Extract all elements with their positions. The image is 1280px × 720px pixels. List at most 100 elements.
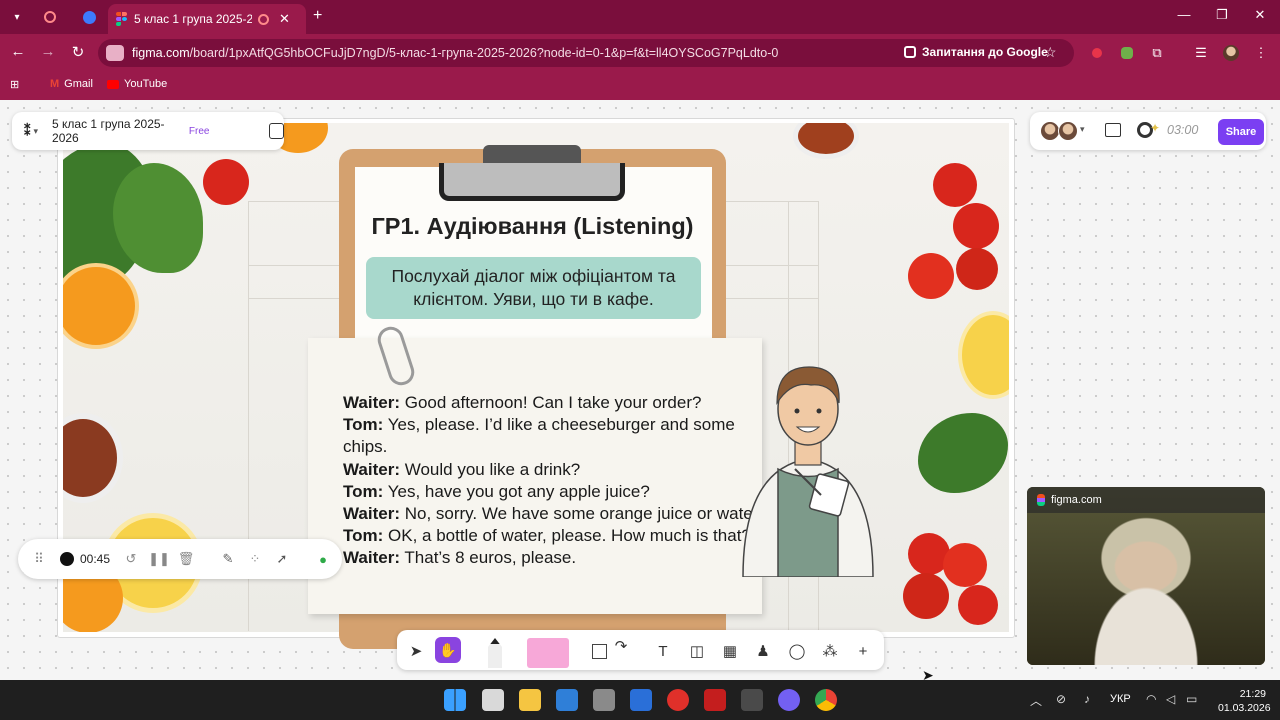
restart-icon[interactable]: ↺ (122, 550, 140, 568)
site-favicon-icon (82, 10, 96, 24)
pen-icon[interactable]: ✎ (219, 550, 237, 568)
file-info-panel: ⁑ ▾ 5 клас 1 група 2025-2026 Free (12, 112, 284, 150)
printer-app-icon[interactable] (593, 689, 615, 711)
minimize-icon[interactable]: — (1174, 7, 1194, 22)
tab-blue[interactable] (76, 6, 102, 28)
editor-app-icon[interactable] (630, 689, 652, 711)
extensions-puzzle-icon[interactable]: ⧉ (1148, 44, 1166, 62)
record-icon (44, 11, 56, 23)
marker-tool[interactable] (485, 636, 505, 670)
tab-search-button[interactable]: ▾ (4, 6, 30, 28)
video-overlay-header: figma.com (1027, 487, 1265, 513)
address-bar[interactable]: figma.com/board/1pxAtfQG5hbOCFuJjD7ngD/5… (98, 39, 1074, 67)
drag-handle-icon[interactable]: ⠿ (30, 550, 48, 568)
file-explorer-icon[interactable] (519, 689, 541, 711)
tray-chevron-icon[interactable]: ︿ (1030, 692, 1042, 709)
back-icon[interactable]: ← (8, 43, 28, 60)
tab-recording[interactable] (37, 6, 63, 28)
pdf-reader-icon[interactable] (704, 689, 726, 711)
profile-avatar[interactable] (1222, 44, 1240, 62)
volume-icon[interactable]: ◁ (1166, 692, 1175, 706)
clipboard-clip (483, 145, 581, 163)
chrome-icon[interactable] (815, 689, 837, 711)
drawing-app-icon[interactable] (741, 689, 763, 711)
stop-record-button[interactable] (58, 550, 76, 568)
ask-google-label: Запитання до Google (922, 45, 1048, 59)
more-tools-icon[interactable]: ⁂ (820, 641, 840, 661)
bookmark-label: YouTube (124, 78, 168, 90)
pointer-icon[interactable]: ➚ (273, 550, 291, 568)
waiter-illustration (742, 366, 874, 577)
reload-icon[interactable]: ↻ (68, 43, 88, 61)
record-icon (258, 13, 269, 25)
sticky-note-tool[interactable] (527, 638, 569, 668)
bookmark-youtube[interactable]: YouTube (107, 78, 167, 90)
media-controls-icon[interactable]: ☰ (1192, 44, 1210, 62)
file-name[interactable]: 5 клас 1 група 2025-2026 (52, 117, 177, 145)
lens-icon (904, 46, 916, 58)
input-language[interactable]: УКР (1110, 693, 1131, 705)
bookmarks-bar: ⊞ M Gmail YouTube (0, 72, 1280, 100)
shape-tool-icon[interactable] (589, 641, 609, 661)
orange-slice-decoration (63, 263, 139, 349)
text-tool-icon[interactable]: T (653, 641, 673, 661)
figma-favicon-icon (1037, 494, 1045, 506)
share-button[interactable]: Share (1218, 119, 1264, 145)
table-tool-icon[interactable]: ▦ (720, 641, 740, 661)
windows-taskbar: ︿ ⊘ ♪ УКР ◠ ◁ ▭ 21:29 01.03.2026 (0, 680, 1280, 720)
chevron-down-icon[interactable]: ▾ (1080, 124, 1085, 135)
section-tool-icon[interactable]: ◫ (687, 641, 707, 661)
select-tool-icon[interactable]: ➤ (406, 641, 426, 661)
timer-display[interactable]: 03:00 (1167, 123, 1198, 137)
microphone-icon[interactable]: ♪ (1084, 692, 1090, 706)
site-info-icon[interactable] (106, 45, 124, 61)
apps-grid-icon[interactable]: ⊞ (10, 78, 19, 91)
extension-record-icon[interactable] (1088, 44, 1106, 62)
meet-icon[interactable]: ⊘ (1056, 692, 1066, 706)
blur-icon[interactable]: ⁘ (246, 550, 264, 568)
pause-icon[interactable]: ❚❚ (148, 550, 170, 568)
bookmark-gmail[interactable]: M Gmail (50, 78, 93, 90)
clipboard-clip (439, 163, 625, 201)
figma-logo-icon: ⁑ (24, 123, 31, 138)
store-icon[interactable] (556, 689, 578, 711)
spice-bowl-decoration (63, 413, 123, 503)
delete-icon[interactable]: 🗑 (177, 550, 195, 568)
taskbar-clock[interactable]: 21:29 01.03.2026 (1218, 687, 1271, 715)
close-icon[interactable]: ✕ (279, 11, 290, 27)
clock-time: 21:29 (1239, 688, 1266, 700)
connector-tool-icon[interactable]: ↷ (611, 636, 631, 656)
microphone-icon[interactable]: ● (314, 550, 332, 568)
collaborator-avatar[interactable] (1058, 121, 1078, 141)
layout-panel-icon[interactable] (1105, 123, 1121, 137)
plan-badge[interactable]: Free (189, 126, 210, 137)
pages-icon[interactable] (269, 123, 284, 139)
collaborator-avatar[interactable] (1040, 121, 1060, 141)
restore-icon[interactable]: ❐ (1212, 7, 1232, 23)
taskview-icon[interactable] (482, 689, 504, 711)
ask-google-button[interactable]: Запитання до Google (904, 45, 1048, 59)
more-menu-icon[interactable]: ⋮ (1252, 44, 1270, 62)
tab-figma-active[interactable]: 5 клас 1 група 2025-2026 - ✕ (108, 4, 306, 34)
figma-menu-button[interactable]: ⁑ ▾ (24, 123, 38, 139)
wifi-icon[interactable]: ◠ (1146, 692, 1156, 706)
stamp-tool-icon[interactable]: ♟ (753, 641, 773, 661)
dialog-line: Waiter: That’s 8 euros, please. (343, 548, 577, 568)
battery-icon[interactable]: ▭ (1186, 692, 1197, 706)
add-icon[interactable]: + (853, 641, 873, 661)
new-tab-button[interactable]: + (313, 7, 322, 25)
video-source-label: figma.com (1051, 494, 1102, 506)
bookmark-star-icon[interactable]: ☆ (1044, 44, 1057, 61)
opera-icon[interactable] (667, 689, 689, 711)
video-call-overlay[interactable]: figma.com (1027, 487, 1265, 665)
extension-owl-icon[interactable] (1118, 44, 1136, 62)
viber-icon[interactable] (778, 689, 800, 711)
dialog-line: Tom: OK, a bottle of water, please. How … (343, 526, 751, 546)
close-window-icon[interactable]: ✕ (1250, 7, 1270, 23)
youtube-icon (107, 79, 119, 89)
forward-icon[interactable]: → (38, 43, 58, 60)
start-icon[interactable] (444, 689, 466, 711)
comment-tool-icon[interactable]: ◯ (787, 641, 807, 661)
hand-tool-icon[interactable]: ✋ (435, 637, 461, 663)
dialog-line: Waiter: Good afternoon! Can I take your … (343, 393, 702, 412)
